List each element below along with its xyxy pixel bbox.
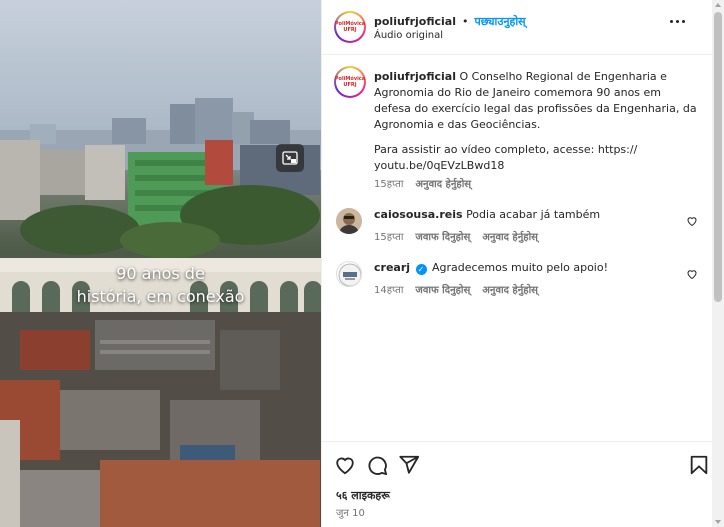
author-avatar[interactable]: PoliMóvica UFRJ — [334, 11, 366, 43]
translate-button[interactable]: अनुवाद हेर्नुहोस् — [482, 229, 538, 243]
post-side-panel: PoliMóvica UFRJ poliufrjoficial • पछ्याउ… — [321, 0, 724, 527]
more-horizontal-icon — [670, 19, 673, 23]
caption-time[interactable]: 15हप्ता — [374, 176, 403, 190]
likes-count[interactable]: ५६ लाइकहरू — [336, 488, 390, 503]
share-icon[interactable] — [398, 454, 420, 476]
bookmark-icon[interactable] — [688, 454, 710, 476]
caption-author-avatar[interactable]: PoliMóvica UFRJ — [334, 66, 366, 98]
reel-video[interactable]: 90 anos de história, em conexão — [0, 0, 321, 527]
caption-meta: 15हप्ता अनुवाद हेर्नुहोस् — [374, 176, 471, 190]
picture-in-picture-button[interactable] — [276, 144, 304, 172]
header-title-row: poliufrjoficial • पछ्याउनुहोस् — [374, 14, 526, 29]
comment-meta: 14हप्ता जवाफ दिनुहोस् अनुवाद हेर्नुहोस् — [374, 282, 538, 296]
comment-body: Podia acabar já também — [466, 208, 601, 221]
follow-button[interactable]: पछ्याउनुहोस् — [474, 14, 525, 29]
comment-text: crearj ✓ Agradecemos muito pelo apoio! — [374, 260, 699, 276]
heart-icon[interactable] — [334, 454, 356, 476]
comment-body: Agradecemos muito pelo apoio! — [432, 261, 609, 274]
comment-icon[interactable] — [366, 454, 388, 476]
comment-like-icon[interactable] — [686, 215, 698, 227]
more-options-button[interactable] — [670, 16, 690, 26]
scrollbar-thumb[interactable] — [714, 12, 722, 302]
comment-text: caiosousa.reis Podia acabar já também — [374, 207, 699, 223]
comment-meta: 15हप्ता जवाफ दिनुहोस् अनुवाद हेर्नुहोस् — [374, 229, 538, 243]
caption-link-text: Para assistir ao vídeo completo, acesse:… — [374, 143, 638, 172]
scroll-down-icon[interactable] — [715, 520, 721, 524]
comment-time[interactable]: 14हप्ता — [374, 282, 403, 296]
caption-text: poliufrjoficial O Conselho Regional de E… — [374, 69, 699, 133]
comment-avatar[interactable] — [336, 208, 362, 234]
picture-in-picture-icon — [282, 151, 298, 165]
scrollbar[interactable] — [712, 0, 724, 527]
reply-button[interactable]: जवाफ दिनुहोस् — [415, 282, 470, 296]
comment-time[interactable]: 15हप्ता — [374, 229, 403, 243]
user-photo-icon — [336, 208, 362, 234]
video-caption-line2: história, em conexão — [76, 287, 245, 306]
verified-badge-icon: ✓ — [415, 264, 427, 275]
avatar-logo-text: PoliMóvica UFRJ — [334, 21, 366, 33]
comment-like-icon[interactable] — [686, 268, 698, 280]
video-caption-line1: 90 anos de — [116, 264, 205, 283]
comment-username[interactable]: crearj — [374, 261, 410, 274]
caption-translate-button[interactable]: अनुवाद हेर्नुहोस् — [415, 176, 471, 190]
caption-username[interactable]: poliufrjoficial — [374, 70, 456, 83]
audio-label[interactable]: Áudio original — [374, 30, 443, 41]
reply-button[interactable]: जवाफ दिनुहोस् — [415, 229, 470, 243]
post-actions: ५६ लाइकहरू जुन 10 — [322, 441, 712, 527]
comment-avatar[interactable] — [336, 261, 362, 287]
header-separator: • — [461, 15, 469, 28]
author-username[interactable]: poliufrjoficial — [374, 15, 456, 28]
comments-list[interactable]: PoliMóvica UFRJ poliufrjoficial O Consel… — [322, 56, 712, 440]
scroll-up-icon[interactable] — [715, 3, 721, 7]
post-date[interactable]: जुन 10 — [336, 505, 365, 519]
post-header: PoliMóvica UFRJ poliufrjoficial • पछ्याउ… — [322, 0, 712, 55]
comment-username[interactable]: caiosousa.reis — [374, 208, 463, 221]
translate-button[interactable]: अनुवाद हेर्नुहोस् — [482, 282, 538, 296]
crea-logo-icon — [338, 263, 361, 286]
